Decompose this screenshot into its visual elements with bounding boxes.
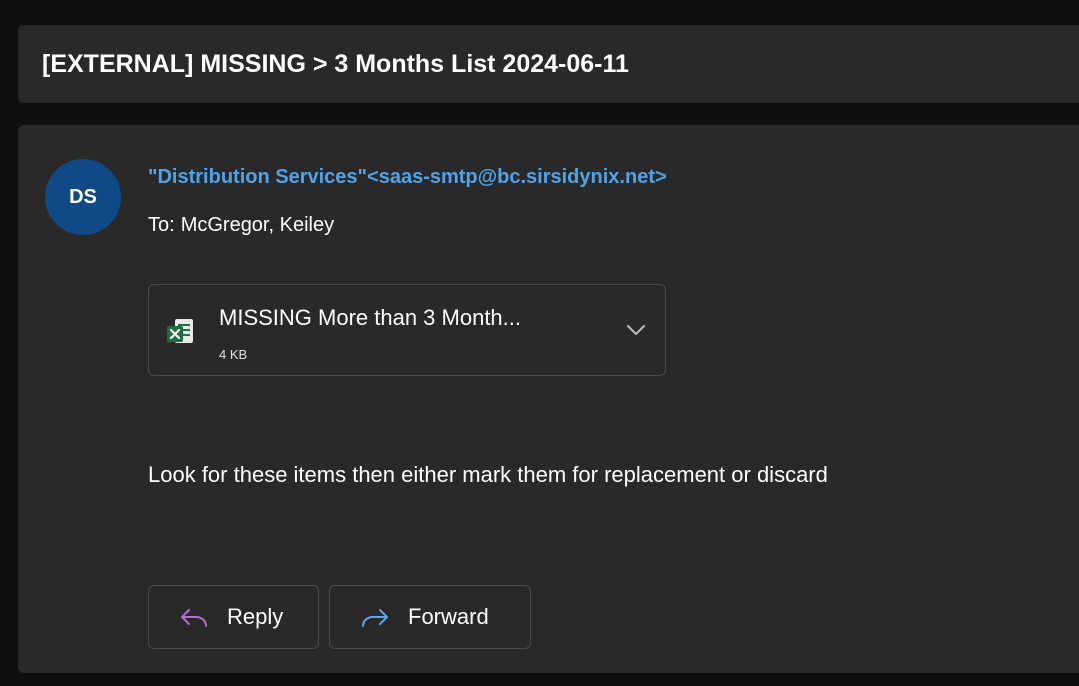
avatar-initials: DS [69,185,97,208]
forward-arrow-icon [362,609,388,627]
forward-button[interactable]: Forward [329,585,531,649]
chevron-down-icon[interactable] [625,323,647,337]
recipient-name[interactable]: McGregor, Keiley [181,214,334,236]
reply-label: Reply [227,604,284,629]
reply-button[interactable]: Reply [148,585,319,649]
email-subject: [EXTERNAL] MISSING > 3 Months List 2024-… [42,49,629,78]
forward-label: Forward [408,604,489,629]
excel-file-icon [167,319,193,343]
subject-header: [EXTERNAL] MISSING > 3 Months List 2024-… [18,25,1079,103]
sender-address[interactable]: "Distribution Services"<saas-smtp@bc.sir… [148,166,667,189]
sender-avatar[interactable]: DS [45,159,121,235]
recipient-line: To: McGregor, Keiley [148,214,334,237]
attachment-size: 4 KB [219,347,248,362]
attachment-card[interactable]: MISSING More than 3 Month... 4 KB [148,284,666,376]
message-card: DS "Distribution Services"<saas-smtp@bc.… [18,125,1079,673]
reply-arrow-icon [181,609,207,627]
email-body: Look for these items then either mark th… [148,462,828,487]
to-label: To: [148,214,175,236]
attachment-name: MISSING More than 3 Month... [219,305,522,330]
